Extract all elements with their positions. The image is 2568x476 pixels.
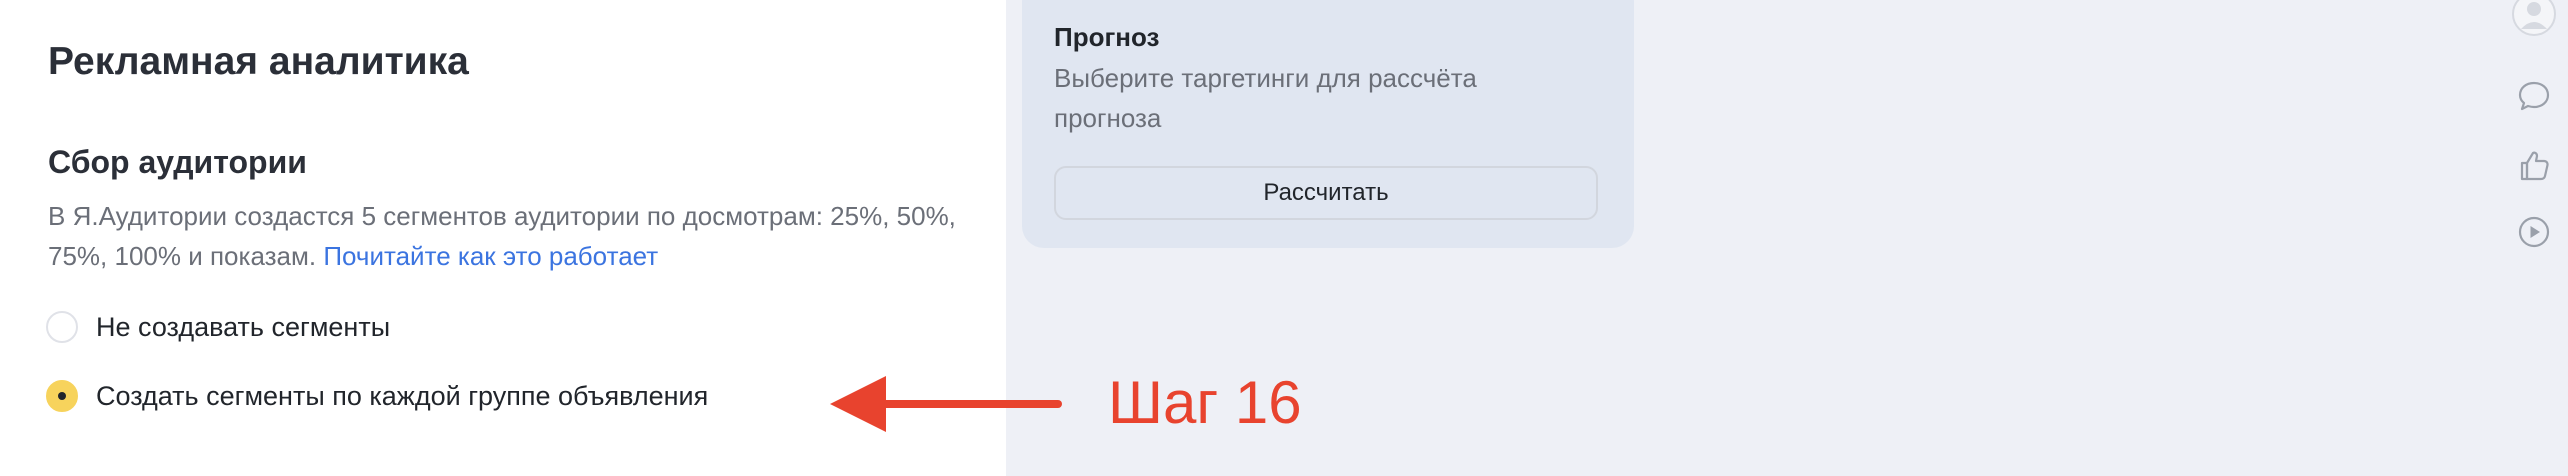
annotation-arrow-icon xyxy=(830,376,1062,432)
like-icon[interactable] xyxy=(2510,142,2558,190)
radio-button-checked[interactable] xyxy=(46,380,78,412)
forecast-card: Прогноз Выберите таргетинги для рассчёта… xyxy=(1022,0,1634,248)
page-title: Рекламная аналитика xyxy=(48,40,469,83)
section-description: В Я.Аудитории создастся 5 сегментов ауди… xyxy=(48,196,988,276)
play-icon[interactable] xyxy=(2510,208,2558,256)
how-it-works-link[interactable]: Почитайте как это работает xyxy=(323,241,658,271)
section-title: Сбор аудитории xyxy=(48,144,307,180)
radio-option-create-segments[interactable]: Создать сегменты по каждой группе объявл… xyxy=(46,380,708,412)
radio-button-unchecked[interactable] xyxy=(46,311,78,343)
calculate-button[interactable]: Рассчитать xyxy=(1054,166,1598,220)
radio-dot xyxy=(58,392,66,400)
forecast-title: Прогноз xyxy=(1054,22,1160,52)
radio-label: Создать сегменты по каждой группе объявл… xyxy=(96,380,709,411)
forecast-description: Выберите таргетинги для рассчёта прогноз… xyxy=(1054,63,1477,133)
side-toolbar xyxy=(2500,0,2568,476)
radio-option-no-segments[interactable]: Не создавать сегменты xyxy=(46,311,390,343)
radio-label: Не создавать сегменты xyxy=(96,311,391,342)
comment-icon[interactable] xyxy=(2510,72,2558,120)
avatar-icon[interactable] xyxy=(2510,0,2558,38)
step-annotation-label: Шаг 16 xyxy=(1108,369,1302,436)
